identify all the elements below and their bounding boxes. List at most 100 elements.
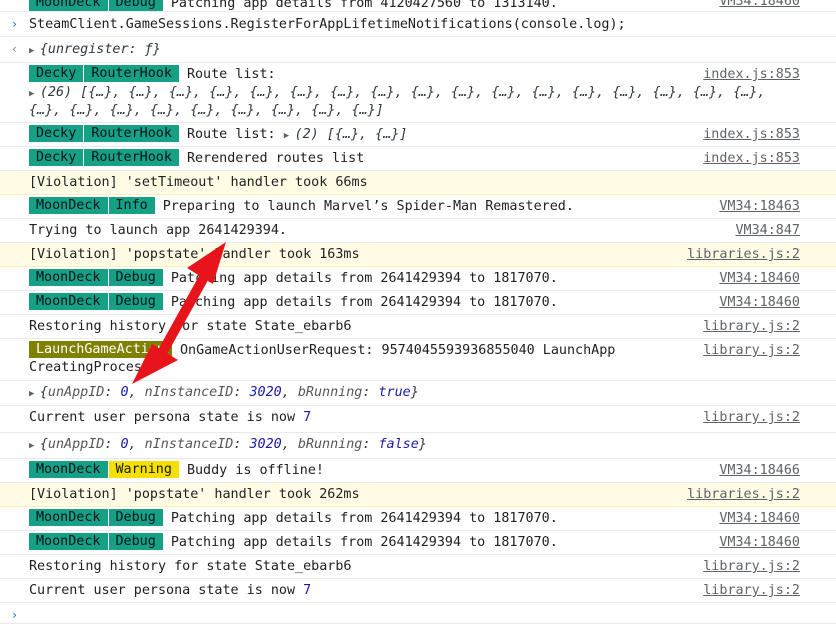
log-value: nInstanceID: [144, 385, 234, 400]
log-tag-badge: Decky: [29, 149, 84, 166]
source-link[interactable]: VM34:18460: [719, 291, 800, 315]
log-tag-badge: MoonDeck: [29, 533, 108, 550]
console-log-row: Decky RouterHook Rerendered routes list ind…: [0, 147, 836, 171]
log-message: Route list:: [186, 67, 276, 82]
log-message: Rerendered routes list: [186, 151, 365, 166]
console-line: MoonDeck Debug Patching app details from 2…: [0, 267, 558, 291]
expand-triangle-icon[interactable]: ▶: [29, 389, 40, 399]
log-value: false: [378, 437, 419, 452]
console-violation-row: [Violation] 'popstate' handler took 262m…: [0, 483, 836, 507]
source-link[interactable]: library.js:2: [703, 339, 800, 363]
console-line: Decky RouterHook Route list: ▶ (2) [{…}, {…: [0, 123, 407, 147]
source-link[interactable]: VM34:18460: [719, 267, 800, 291]
log-message: Route list:: [186, 127, 284, 142]
log-value: ,: [128, 385, 145, 400]
log-value: bRunning: [297, 385, 363, 400]
log-message: [Violation] 'popstate' handler took 262m…: [29, 487, 360, 502]
log-tag-badge: Debug: [108, 269, 163, 286]
source-link[interactable]: libraries.js:2: [687, 483, 800, 507]
log-value: ,: [128, 437, 145, 452]
log-message: Current user persona state is now: [29, 583, 304, 598]
log-value: :: [104, 385, 121, 400]
log-value: }: [410, 385, 419, 400]
console-log-row: Restoring history for state State_ebarb6…: [0, 555, 836, 579]
log-value: nInstanceID: [144, 437, 234, 452]
log-value: :: [362, 437, 379, 452]
source-link[interactable]: library.js:2: [703, 579, 800, 603]
devtools-console: MoonDeck Debug Patching app details from 4…: [0, 0, 836, 624]
log-value: :: [362, 385, 379, 400]
console-log-row: MoonDeck Debug Patching app details from 2…: [0, 291, 836, 315]
log-message: Restoring history for state State_ebarb6: [29, 319, 352, 334]
log-message: [Violation] 'setTimeout' handler took 66…: [29, 175, 368, 190]
log-tag-badge: Debug: [108, 0, 163, 11]
source-link[interactable]: library.js:2: [703, 555, 800, 579]
log-tag-badge: RouterHook: [84, 149, 179, 166]
console-log-row: ▶ {unAppID: 0, nInstanceID: 3020, bRunni…: [0, 433, 836, 459]
log-tag-badge: MoonDeck: [29, 509, 108, 526]
log-value: unAppID: [47, 437, 105, 452]
log-value: }: [418, 437, 427, 452]
log-value: 7: [303, 583, 312, 598]
source-link[interactable]: index.js:853: [703, 63, 800, 87]
source-link[interactable]: VM34:18460: [719, 531, 800, 555]
source-link[interactable]: library.js:2: [703, 406, 800, 430]
log-message: Patching app details from 4120427560 to …: [170, 0, 558, 11]
input-prompt-icon: ›: [10, 17, 19, 31]
log-tag-badge: MoonDeck: [29, 269, 108, 286]
source-link[interactable]: libraries.js:2: [687, 243, 800, 267]
source-link[interactable]: index.js:853: [703, 123, 800, 147]
log-tag-badge: RouterHook: [84, 65, 179, 82]
console-violation-row: [Violation] 'popstate' handler took 163m…: [0, 243, 836, 267]
console-line: ›: [0, 603, 29, 627]
log-value: 3020: [249, 385, 282, 400]
console-log-row: MoonDeck Info Preparing to launch Marvel’s…: [0, 195, 836, 219]
console-line: Trying to launch app 2641429394.: [0, 219, 287, 243]
log-message: Buddy is offline!: [186, 463, 324, 478]
console-line: Current user persona state is now 7: [0, 406, 311, 430]
console-log-row: Decky RouterHook Route list: ▶ (26) [{…}, {…: [0, 63, 836, 123]
source-link[interactable]: VM34:18460: [719, 507, 800, 531]
console-log-row: Trying to launch app 2641429394. VM34:847: [0, 219, 836, 243]
log-value: 3020: [249, 437, 282, 452]
log-value: (2) [{…}, {…}]: [294, 127, 408, 142]
log-tag-badge: MoonDeck: [29, 293, 108, 310]
console-log-row: ▶ {unAppID: 0, nInstanceID: 3020, bRunni…: [0, 381, 836, 406]
log-tag-badge: MoonDeck: [29, 0, 108, 11]
source-link[interactable]: VM34:847: [736, 219, 801, 243]
log-value: :: [233, 437, 250, 452]
log-message: Patching app details from 2641429394 to …: [170, 511, 558, 526]
expand-triangle-icon[interactable]: ▶: [29, 89, 40, 99]
expand-triangle-icon[interactable]: ▶: [29, 46, 40, 56]
console-line: ‹ ▶ {unregister: ƒ}: [0, 37, 161, 61]
log-message: OnGameActionUserRequest: 957404559393685…: [180, 343, 616, 358]
log-value: ,: [281, 385, 298, 400]
log-tag-badge: Decky: [29, 125, 84, 142]
console-line: Decky RouterHook Rerendered routes list: [0, 147, 364, 171]
console-line: MoonDeck Debug Patching app details from 2…: [0, 531, 558, 555]
console-log-row: ‹ ▶ {unregister: ƒ}: [0, 37, 836, 63]
console-line: [Violation] 'popstate' handler took 262m…: [0, 483, 360, 507]
console-line: ▶ {unAppID: 0, nInstanceID: 3020, bRunni…: [0, 381, 419, 405]
log-tag-badge: MoonDeck: [29, 197, 108, 214]
source-link[interactable]: library.js:2: [703, 315, 800, 339]
log-message: Patching app details from 2641429394 to …: [170, 271, 558, 286]
console-log-row: Restoring history for state State_ebarb6…: [0, 315, 836, 339]
console-log-row: Current user persona state is now 7 libra…: [0, 406, 836, 433]
expand-triangle-icon[interactable]: ▶: [284, 131, 295, 141]
log-value: ,: [281, 437, 298, 452]
log-tag-badge: Decky: [29, 65, 84, 82]
console-log-row: MoonDeck Debug Patching app details from 2…: [0, 267, 836, 291]
source-link[interactable]: VM34:18466: [719, 459, 800, 483]
log-tag-badge: MoonDeck: [29, 461, 108, 478]
log-message: Current user persona state is now: [29, 410, 304, 425]
source-link[interactable]: index.js:853: [703, 147, 800, 171]
log-message: Trying to launch app 2641429394.: [29, 223, 287, 238]
console-line: Restoring history for state State_ebarb6: [0, 555, 351, 579]
source-link[interactable]: VM34:18463: [719, 195, 800, 219]
expand-triangle-icon[interactable]: ▶: [29, 441, 40, 451]
log-message: Restoring history for state State_ebarb6: [29, 559, 352, 574]
log-message: [Violation] 'popstate' handler took 163m…: [29, 247, 360, 262]
console-log-row: ›: [0, 603, 836, 624]
log-tag-badge: Info: [108, 197, 155, 214]
